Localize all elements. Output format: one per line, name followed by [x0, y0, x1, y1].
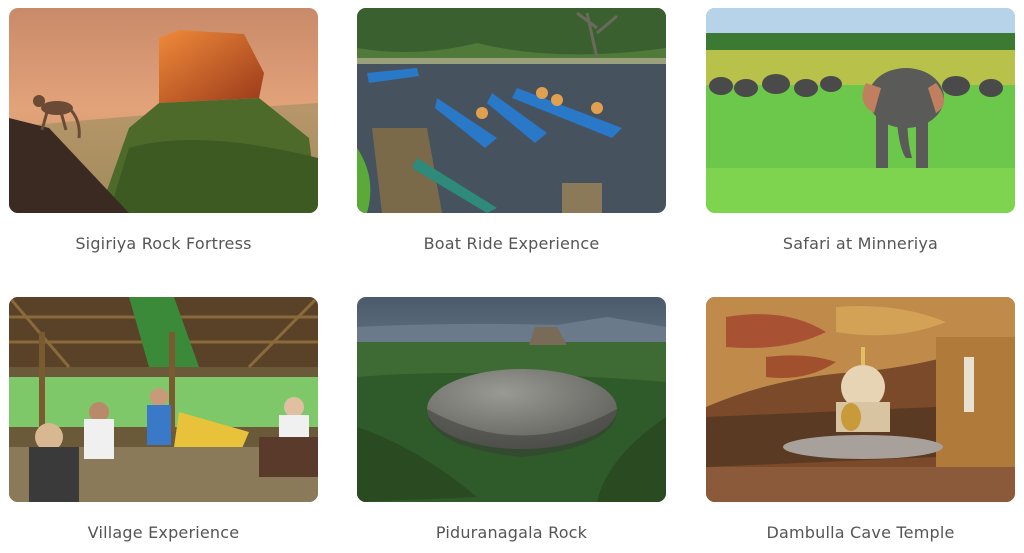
experience-title[interactable]: Piduranagala Rock [357, 523, 666, 542]
experience-card-boat-ride[interactable]: Boat Ride Experience [357, 8, 666, 253]
experience-card-safari[interactable]: Safari at Minneriya [706, 8, 1015, 253]
experience-card-pidurangala[interactable]: Piduranagala Rock [357, 297, 666, 542]
elephant-safari-image[interactable] [706, 8, 1015, 213]
sigiriya-rock-image[interactable] [9, 8, 318, 213]
experience-card-dambulla[interactable]: Dambulla Cave Temple [706, 297, 1015, 542]
experience-title[interactable]: Boat Ride Experience [357, 234, 666, 253]
pidurangala-rock-image[interactable] [357, 297, 666, 502]
experience-title[interactable]: Safari at Minneriya [706, 234, 1015, 253]
experiences-grid: Sigiriya Rock Fortress Boat Ride Experie… [0, 0, 1024, 553]
experience-card-village[interactable]: Village Experience [9, 297, 318, 542]
cave-temple-image[interactable] [706, 297, 1015, 502]
experience-title[interactable]: Sigiriya Rock Fortress [9, 234, 318, 253]
experience-card-sigiriya[interactable]: Sigiriya Rock Fortress [9, 8, 318, 253]
experience-title[interactable]: Dambulla Cave Temple [706, 523, 1015, 542]
boat-ride-image[interactable] [357, 8, 666, 213]
experience-title[interactable]: Village Experience [9, 523, 318, 542]
village-hut-image[interactable] [9, 297, 318, 502]
